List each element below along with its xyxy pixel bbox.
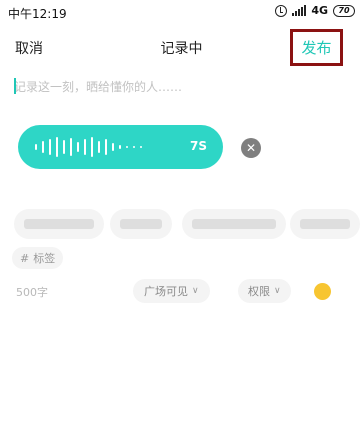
char-count: 500字 [16,286,48,299]
nav-bar: 取消 记录中 发布 [0,28,363,66]
tag-button[interactable]: # 标签 [12,247,64,269]
blurred-text [300,219,350,229]
battery-icon: 70 [333,4,355,17]
alarm-icon [275,4,288,17]
visibility-select[interactable]: 广场可见 ∨ [133,279,210,303]
status-time: 中午12:19 [8,7,67,21]
topic-chip[interactable] [182,209,286,239]
topic-chip[interactable] [290,209,360,239]
status-indicators: 4G 70 [275,4,355,17]
blurred-text [24,219,94,229]
post-text-input[interactable] [14,77,334,97]
publish-button-label: 发布 [301,39,332,57]
close-icon: ✕ [245,141,257,155]
tag-label: 标签 [33,252,56,265]
delete-voice-button[interactable]: ✕ [241,138,261,158]
permission-select[interactable]: 权限 ∨ [238,279,291,303]
waveform-icon [35,135,142,159]
topic-chip[interactable] [14,209,104,239]
emoji-icon[interactable] [314,283,331,300]
hash-icon: # [20,251,30,265]
chevron-down-icon: ∨ [192,286,199,296]
chevron-down-icon: ∨ [274,286,281,296]
text-cursor [14,78,16,94]
blurred-text [120,219,162,229]
voice-duration: 7S [190,139,207,153]
voice-recording[interactable]: 7S [18,125,223,169]
topic-chip[interactable] [110,209,172,239]
blurred-text [192,219,276,229]
status-bar: 中午12:19 4G 70 [0,0,363,26]
permission-label: 权限 [248,285,270,298]
signal-icon [292,5,307,16]
publish-button[interactable]: 发布 [290,29,343,66]
network-type: 4G [311,4,328,17]
visibility-label: 广场可见 [144,285,188,298]
